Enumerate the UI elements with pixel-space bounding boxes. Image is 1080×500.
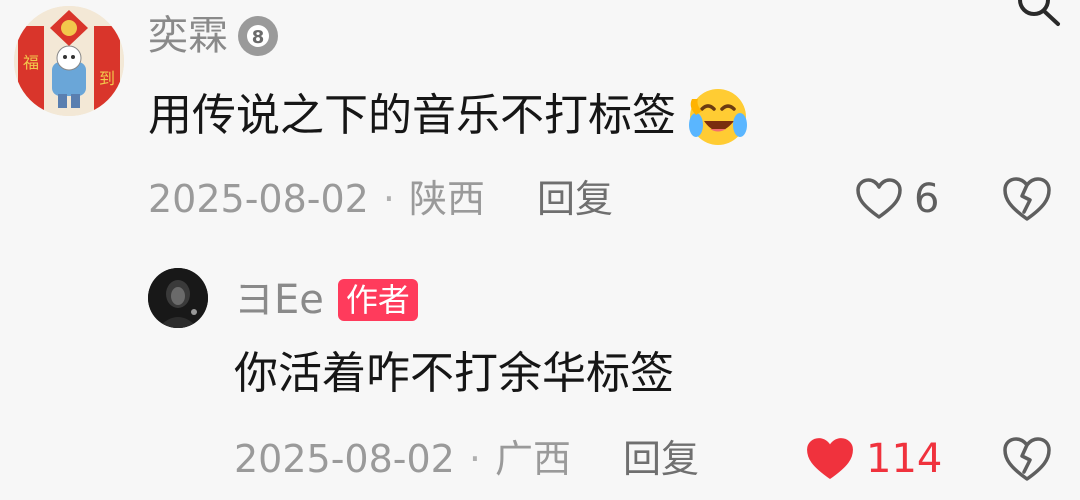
search-icon[interactable]: [1012, 0, 1064, 36]
reply-text: 你活着咋不打余华标签: [234, 348, 674, 399]
like-count: 6: [914, 176, 940, 222]
like-button[interactable]: 6: [856, 174, 939, 224]
broken-heart-icon[interactable]: [1002, 174, 1052, 224]
heart-icon[interactable]: [856, 178, 902, 220]
heart-icon[interactable]: [806, 437, 854, 481]
svg-text:8: 8: [252, 27, 265, 48]
comment-body: 用传说之下的音乐不打标签: [148, 90, 676, 141]
reply-location: 广西: [494, 437, 571, 481]
svg-text:到: 到: [99, 69, 115, 88]
author-badge: 作者: [337, 279, 418, 321]
reply-like-button[interactable]: 114: [806, 434, 942, 484]
billiard-8-ball-icon: 8: [238, 16, 278, 56]
avatar[interactable]: 福 到: [14, 6, 124, 116]
like-count: 114: [866, 436, 943, 482]
reply-button[interactable]: 回复: [537, 174, 613, 224]
comment-date: 2025-08-02: [148, 177, 369, 221]
reply-button[interactable]: 回复: [623, 434, 699, 484]
username[interactable]: 奕霖 8: [148, 8, 282, 64]
separator-dot: ·: [468, 437, 481, 481]
username-text[interactable]: 奕霖: [148, 8, 228, 64]
comment-meta: 2025-08-02 · 陕西 回复: [148, 174, 613, 224]
comment-thread: 福 到 奕霖 8 用传说之下的音乐不打标签 2025-08-02 · 陕西 回复…: [0, 0, 1080, 500]
reply-username-text[interactable]: ヨEe: [234, 272, 324, 328]
reply-username[interactable]: ヨEe 作者: [234, 272, 418, 328]
reply-meta: 2025-08-02 · 广西 回复: [234, 434, 699, 484]
comment-location: 陕西: [408, 177, 485, 221]
laughing-tears-emoji-icon: [689, 89, 747, 145]
reply-date: 2025-08-02: [234, 437, 455, 481]
reply-avatar[interactable]: [148, 268, 208, 328]
broken-heart-icon[interactable]: [1002, 434, 1052, 484]
svg-text:福: 福: [23, 53, 39, 72]
separator-dot: ·: [382, 177, 395, 221]
comment-text: 用传说之下的音乐不打标签: [148, 80, 750, 152]
